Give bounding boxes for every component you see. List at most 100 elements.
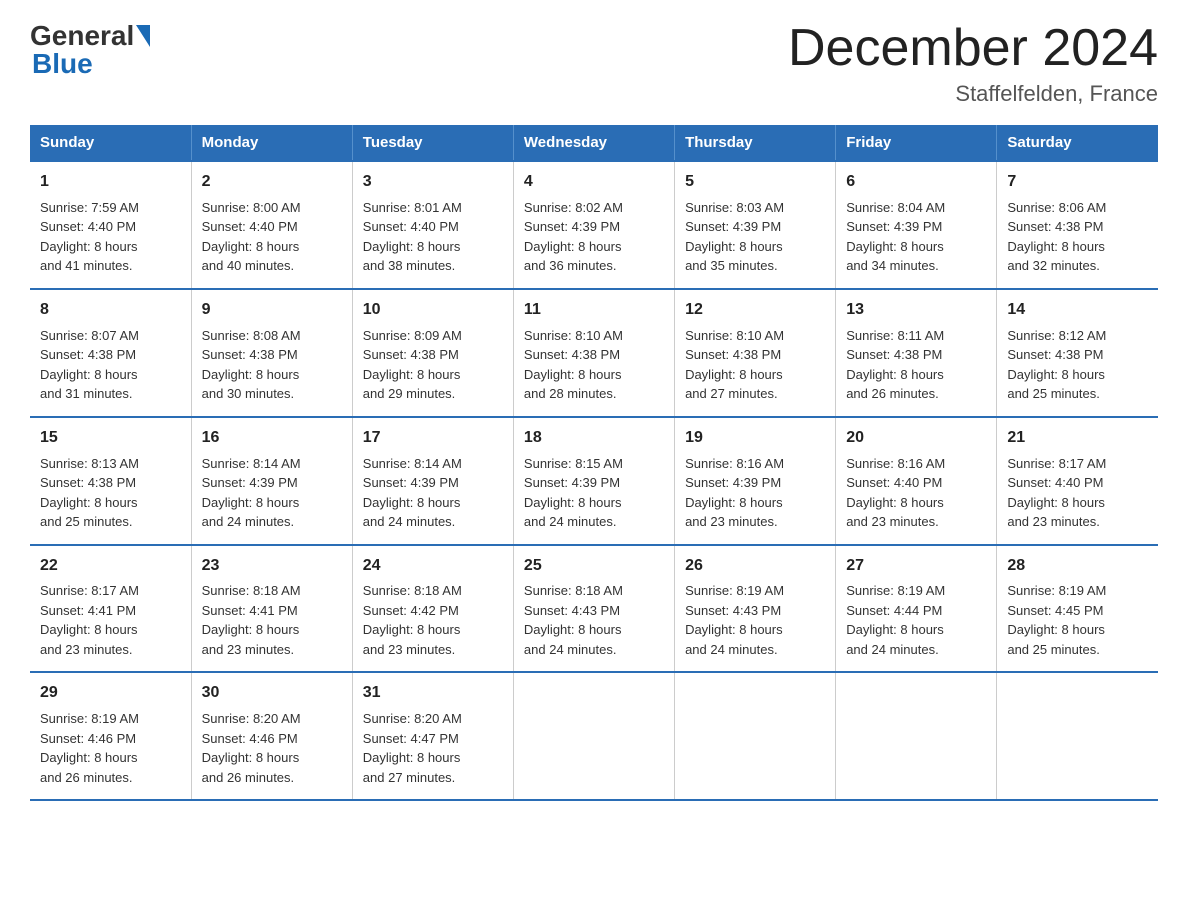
day-info: Sunrise: 8:06 AMSunset: 4:38 PMDaylight:… [1007, 198, 1148, 276]
calendar-cell-5-4 [513, 672, 674, 800]
calendar-cell-3-2: 16Sunrise: 8:14 AMSunset: 4:39 PMDayligh… [191, 417, 352, 545]
day-number: 19 [685, 426, 825, 451]
day-info: Sunrise: 8:15 AMSunset: 4:39 PMDaylight:… [524, 454, 664, 532]
day-number: 17 [363, 426, 503, 451]
day-number: 13 [846, 298, 986, 323]
day-number: 31 [363, 681, 503, 706]
calendar-cell-5-1: 29Sunrise: 8:19 AMSunset: 4:46 PMDayligh… [30, 672, 191, 800]
calendar-cell-1-5: 5Sunrise: 8:03 AMSunset: 4:39 PMDaylight… [675, 161, 836, 289]
calendar-cell-3-6: 20Sunrise: 8:16 AMSunset: 4:40 PMDayligh… [836, 417, 997, 545]
day-info: Sunrise: 8:04 AMSunset: 4:39 PMDaylight:… [846, 198, 986, 276]
calendar-cell-1-6: 6 Sunrise: 8:04 AMSunset: 4:39 PMDaylight… [836, 161, 997, 289]
day-number: 6 [846, 170, 986, 195]
day-number: 9 [202, 298, 342, 323]
calendar-week-3: 15 Sunrise: 8:13 AMSunset: 4:38 PMDayligh… [30, 417, 1158, 545]
day-info: Sunrise: 8:18 AMSunset: 4:42 PMDaylight:… [363, 581, 503, 659]
calendar-cell-4-6: 27Sunrise: 8:19 AMSunset: 4:44 PMDayligh… [836, 545, 997, 673]
day-info: Sunrise: 8:10 AMSunset: 4:38 PMDaylight:… [524, 326, 664, 404]
calendar-week-4: 22Sunrise: 8:17 AMSunset: 4:41 PMDayligh… [30, 545, 1158, 673]
calendar-cell-2-3: 10 Sunrise: 8:09 AMSunset: 4:38 PMDayligh… [352, 289, 513, 417]
calendar-cell-4-4: 25Sunrise: 8:18 AMSunset: 4:43 PMDayligh… [513, 545, 674, 673]
day-number: 12 [685, 298, 825, 323]
day-info: Sunrise: 8:18 AMSunset: 4:41 PMDaylight:… [202, 581, 342, 659]
day-info: Sunrise: 8:17 AMSunset: 4:41 PMDaylight:… [40, 581, 181, 659]
calendar-table: SundayMondayTuesdayWednesdayThursdayFrid… [30, 125, 1158, 801]
calendar-week-1: 1 Sunrise: 7:59 AMSunset: 4:40 PMDaylight… [30, 161, 1158, 289]
calendar-cell-5-2: 30 Sunrise: 8:20 AMSunset: 4:46 PMDayligh… [191, 672, 352, 800]
calendar-cell-2-7: 14Sunrise: 8:12 AMSunset: 4:38 PMDayligh… [997, 289, 1158, 417]
day-info: Sunrise: 8:13 AMSunset: 4:38 PMDaylight:… [40, 454, 181, 532]
day-number: 25 [524, 554, 664, 579]
day-number: 23 [202, 554, 342, 579]
header-day-saturday: Saturday [997, 125, 1158, 161]
day-info: Sunrise: 8:19 AMSunset: 4:46 PMDaylight:… [40, 709, 181, 787]
calendar-week-2: 8Sunrise: 8:07 AMSunset: 4:38 PMDaylight… [30, 289, 1158, 417]
day-info: Sunrise: 8:01 AMSunset: 4:40 PMDaylight:… [363, 198, 503, 276]
header-day-thursday: Thursday [675, 125, 836, 161]
calendar-cell-1-2: 2 Sunrise: 8:00 AMSunset: 4:40 PMDaylight… [191, 161, 352, 289]
day-number: 22 [40, 554, 181, 579]
header-row: SundayMondayTuesdayWednesdayThursdayFrid… [30, 125, 1158, 161]
header-day-wednesday: Wednesday [513, 125, 674, 161]
day-info: Sunrise: 8:19 AMSunset: 4:45 PMDaylight:… [1007, 581, 1148, 659]
calendar-cell-3-3: 17 Sunrise: 8:14 AMSunset: 4:39 PMDayligh… [352, 417, 513, 545]
day-info: Sunrise: 8:16 AMSunset: 4:39 PMDaylight:… [685, 454, 825, 532]
day-number: 1 [40, 170, 181, 195]
day-number: 4 [524, 170, 664, 195]
day-number: 28 [1007, 554, 1148, 579]
day-number: 3 [363, 170, 503, 195]
day-number: 18 [524, 426, 664, 451]
day-info: Sunrise: 8:17 AMSunset: 4:40 PMDaylight:… [1007, 454, 1148, 532]
calendar-cell-1-3: 3 Sunrise: 8:01 AMSunset: 4:40 PMDaylight… [352, 161, 513, 289]
header-day-tuesday: Tuesday [352, 125, 513, 161]
calendar-cell-4-7: 28Sunrise: 8:19 AMSunset: 4:45 PMDayligh… [997, 545, 1158, 673]
calendar-cell-5-7 [997, 672, 1158, 800]
calendar-cell-4-1: 22Sunrise: 8:17 AMSunset: 4:41 PMDayligh… [30, 545, 191, 673]
header-day-monday: Monday [191, 125, 352, 161]
day-info: Sunrise: 8:14 AMSunset: 4:39 PMDaylight:… [363, 454, 503, 532]
page-header: General Blue December 2024 Staffelfelden… [30, 20, 1158, 107]
calendar-header: SundayMondayTuesdayWednesdayThursdayFrid… [30, 125, 1158, 161]
calendar-cell-5-3: 31 Sunrise: 8:20 AMSunset: 4:47 PMDayligh… [352, 672, 513, 800]
calendar-cell-4-5: 26Sunrise: 8:19 AMSunset: 4:43 PMDayligh… [675, 545, 836, 673]
day-info: Sunrise: 7:59 AMSunset: 4:40 PMDaylight:… [40, 198, 181, 276]
logo-blue-text: Blue [32, 48, 93, 79]
day-info: Sunrise: 8:19 AMSunset: 4:43 PMDaylight:… [685, 581, 825, 659]
day-number: 30 [202, 681, 342, 706]
calendar-cell-3-4: 18 Sunrise: 8:15 AMSunset: 4:39 PMDayligh… [513, 417, 674, 545]
day-number: 27 [846, 554, 986, 579]
day-info: Sunrise: 8:20 AMSunset: 4:47 PMDaylight:… [363, 709, 503, 787]
location-subtitle: Staffelfelden, France [788, 81, 1158, 107]
month-year-title: December 2024 [788, 20, 1158, 77]
title-block: December 2024 Staffelfelden, France [788, 20, 1158, 107]
day-info: Sunrise: 8:11 AMSunset: 4:38 PMDaylight:… [846, 326, 986, 404]
day-number: 10 [363, 298, 503, 323]
day-number: 11 [524, 298, 664, 323]
calendar-cell-3-7: 21 Sunrise: 8:17 AMSunset: 4:40 PMDayligh… [997, 417, 1158, 545]
day-number: 24 [363, 554, 503, 579]
calendar-cell-2-2: 9 Sunrise: 8:08 AMSunset: 4:38 PMDaylight… [191, 289, 352, 417]
day-number: 2 [202, 170, 342, 195]
day-number: 26 [685, 554, 825, 579]
calendar-body: 1 Sunrise: 7:59 AMSunset: 4:40 PMDaylight… [30, 161, 1158, 800]
day-info: Sunrise: 8:00 AMSunset: 4:40 PMDaylight:… [202, 198, 342, 276]
day-number: 15 [40, 426, 181, 451]
calendar-cell-2-4: 11 Sunrise: 8:10 AMSunset: 4:38 PMDayligh… [513, 289, 674, 417]
day-info: Sunrise: 8:10 AMSunset: 4:38 PMDaylight:… [685, 326, 825, 404]
day-info: Sunrise: 8:08 AMSunset: 4:38 PMDaylight:… [202, 326, 342, 404]
calendar-cell-4-2: 23Sunrise: 8:18 AMSunset: 4:41 PMDayligh… [191, 545, 352, 673]
calendar-cell-3-1: 15 Sunrise: 8:13 AMSunset: 4:38 PMDayligh… [30, 417, 191, 545]
day-info: Sunrise: 8:16 AMSunset: 4:40 PMDaylight:… [846, 454, 986, 532]
header-day-sunday: Sunday [30, 125, 191, 161]
calendar-cell-3-5: 19 Sunrise: 8:16 AMSunset: 4:39 PMDayligh… [675, 417, 836, 545]
day-info: Sunrise: 8:14 AMSunset: 4:39 PMDaylight:… [202, 454, 342, 532]
day-info: Sunrise: 8:19 AMSunset: 4:44 PMDaylight:… [846, 581, 986, 659]
logo: General Blue [30, 20, 152, 80]
day-info: Sunrise: 8:20 AMSunset: 4:46 PMDaylight:… [202, 709, 342, 787]
logo-triangle-icon [136, 25, 150, 47]
day-number: 21 [1007, 426, 1148, 451]
day-info: Sunrise: 8:09 AMSunset: 4:38 PMDaylight:… [363, 326, 503, 404]
calendar-cell-5-6 [836, 672, 997, 800]
calendar-cell-1-7: 7Sunrise: 8:06 AMSunset: 4:38 PMDaylight… [997, 161, 1158, 289]
calendar-cell-2-5: 12 Sunrise: 8:10 AMSunset: 4:38 PMDayligh… [675, 289, 836, 417]
